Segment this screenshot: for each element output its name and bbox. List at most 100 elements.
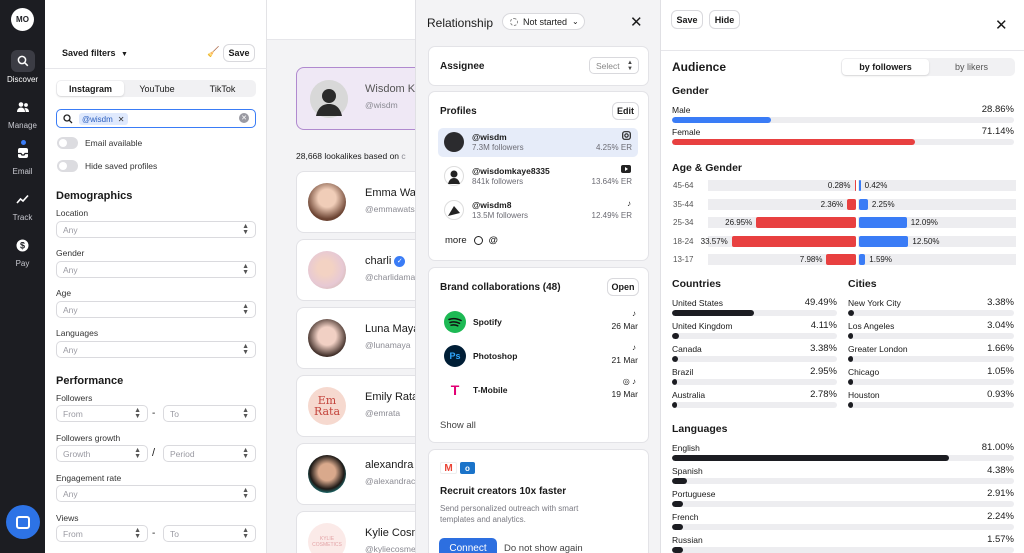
t-mobile-logo: T	[444, 379, 466, 401]
creator-card[interactable]: Emma Wat @emmawats	[296, 171, 415, 233]
languages-select[interactable]: Any ▲ ▼	[56, 341, 256, 358]
tab-by-followers[interactable]: by followers	[842, 59, 929, 75]
profile-row[interactable]: @wisdm 7.3M followers 4.25% ER	[438, 128, 638, 157]
creator-card[interactable]: charli ✓ @charlidama	[296, 239, 415, 301]
stat-bar-fill	[672, 455, 950, 461]
cities-heading: Cities	[848, 278, 877, 290]
creator-name: alexandra c	[365, 459, 415, 471]
save-button[interactable]: Save	[671, 10, 703, 29]
clear-search-icon[interactable]: ✕	[239, 113, 249, 123]
stat-bar-fill	[672, 333, 679, 339]
creator-card[interactable]: EmRata Emily Rataj @emrata	[296, 375, 415, 437]
brand-name: Photoshop	[473, 351, 518, 361]
close-icon[interactable]: ✕	[630, 13, 643, 31]
age-female-value: 26.95%	[725, 218, 753, 227]
avatar	[308, 251, 346, 289]
avatar	[308, 455, 346, 493]
brand-row[interactable]: Ps Photoshop ♪ 21 Mar	[444, 343, 638, 369]
stat-value: 28.86%	[981, 104, 1014, 115]
relationship-status-select[interactable]: Not started ⌄	[502, 13, 585, 30]
stat-bar	[672, 455, 1014, 461]
tab-youtube[interactable]: YouTube	[124, 81, 190, 96]
location-select[interactable]: Any ▲ ▼	[56, 221, 256, 238]
email-available-toggle[interactable]	[57, 137, 78, 149]
caret-down-icon: ▼	[121, 51, 128, 58]
nav-item-pay[interactable]: $ Pay	[0, 234, 45, 268]
brand-row[interactable]: T T-Mobile ◎ ♪ 19 Mar	[444, 377, 638, 403]
select-value: Select	[596, 60, 620, 71]
clear-filters-icon[interactable]: 🧹	[207, 47, 219, 58]
nav-item-email[interactable]: Email	[0, 140, 45, 176]
brand-collaborations-card: Brand collaborations (48) Open Spotify ♪…	[428, 267, 649, 443]
stat-label: Los Angeles	[848, 321, 895, 331]
profile-row[interactable]: @wisdm8 13.5M followers ♪ 12.49% ER	[438, 196, 638, 225]
stat-label: New York City	[848, 298, 901, 308]
tab-tiktok[interactable]: TikTok	[190, 81, 255, 96]
connect-button[interactable]: Connect	[439, 538, 497, 553]
kylie-cosmetics-logo: KYLIE COSMETICS	[308, 523, 346, 553]
tab-instagram[interactable]: Instagram	[57, 81, 124, 96]
save-filters-button[interactable]: Save	[223, 44, 255, 62]
assignee-select[interactable]: Select ▲ ▼	[589, 57, 639, 74]
updown-icon: ▲ ▼	[134, 527, 141, 540]
threads-icon: @	[488, 235, 498, 246]
brand-row[interactable]: Spotify ♪ 26 Mar	[444, 309, 638, 335]
engagement-rate-label: Engagement rate	[56, 473, 122, 483]
chart-icon	[11, 188, 35, 210]
app-logo[interactable]: MO	[11, 8, 34, 31]
gender-select[interactable]: Any ▲ ▼	[56, 261, 256, 278]
stat-label: Greater London	[848, 344, 908, 354]
photoshop-logo: Ps	[444, 345, 466, 367]
profiles-card: Profiles Edit @wisdm 7.3M followers 4.25…	[428, 91, 649, 261]
brand-collaborations-title: Brand collaborations (48)	[440, 282, 561, 293]
search-input[interactable]: @wisdm ✕ ✕	[56, 109, 256, 128]
dismiss-promo-link[interactable]: Do not show again	[504, 543, 583, 553]
stat-bar-fill	[672, 524, 683, 530]
age-male-bar	[859, 254, 866, 265]
profile-row[interactable]: @wisdomkaye8335 841k followers 13.64% ER	[438, 162, 638, 191]
tab-by-likers[interactable]: by likers	[929, 59, 1014, 75]
recruit-description: Send personalized outreach with smart	[440, 504, 579, 513]
nav-item-track[interactable]: Track	[0, 188, 45, 222]
age-range-label: 45-64	[673, 181, 694, 190]
open-brands-button[interactable]: Open	[607, 278, 639, 296]
hide-button[interactable]: Hide	[709, 10, 740, 29]
followers-to-select[interactable]: To ▲ ▼	[163, 405, 256, 422]
stat-bar	[848, 402, 1014, 408]
followers-from-select[interactable]: From ▲ ▼	[56, 405, 148, 422]
views-to-select[interactable]: To ▲ ▼	[163, 525, 256, 542]
nav-item-manage[interactable]: Manage	[0, 96, 45, 130]
age-male-bar	[859, 180, 861, 191]
search-chip[interactable]: @wisdm ✕	[79, 113, 128, 125]
nav-label: Discover	[6, 75, 39, 84]
youtube-icon	[621, 165, 631, 175]
hide-saved-profiles-toggle[interactable]	[57, 160, 78, 172]
stat-value: 2.24%	[987, 511, 1014, 522]
engagement-rate-select[interactable]: Any ▲ ▼	[56, 485, 256, 502]
chat-button[interactable]	[6, 505, 40, 539]
age-female-value: 0.28%	[827, 181, 851, 190]
creator-handle: @charlidama	[365, 272, 415, 282]
growth-select[interactable]: Growth ▲ ▼	[56, 445, 148, 462]
stat-label: French	[672, 512, 699, 522]
chat-icon	[16, 515, 30, 529]
period-select[interactable]: Period ▲ ▼	[163, 445, 256, 462]
creator-card[interactable]: KYLIECOSMETICS Kylie Cosm @kyliecosme	[296, 511, 415, 553]
age-select[interactable]: Any ▲ ▼	[56, 301, 256, 318]
creator-card[interactable]: alexandra c @alexandrac	[296, 443, 415, 505]
stat-bar	[672, 356, 837, 362]
creator-card[interactable]: Luna Maya @lunamaya	[296, 307, 415, 369]
close-icon[interactable]: ✕	[995, 16, 1008, 34]
edit-profiles-button[interactable]: Edit	[612, 102, 639, 120]
remove-chip-icon[interactable]: ✕	[118, 115, 125, 124]
views-from-select[interactable]: From ▲ ▼	[56, 525, 148, 542]
stat-bar-fill	[672, 547, 683, 553]
creator-name: Emily Rataj	[365, 391, 415, 403]
more-profiles-link[interactable]: more @	[445, 235, 498, 246]
nav-item-discover[interactable]: Discover	[0, 50, 45, 84]
show-all-link[interactable]: Show all	[440, 420, 476, 431]
saved-filters-dropdown[interactable]: Saved filters ▼	[62, 48, 128, 58]
selected-creator-card[interactable]: Wisdom Ka @wisdm	[296, 67, 415, 130]
stat-value: 3.38%	[987, 297, 1014, 308]
languages-heading: Languages	[672, 423, 728, 435]
